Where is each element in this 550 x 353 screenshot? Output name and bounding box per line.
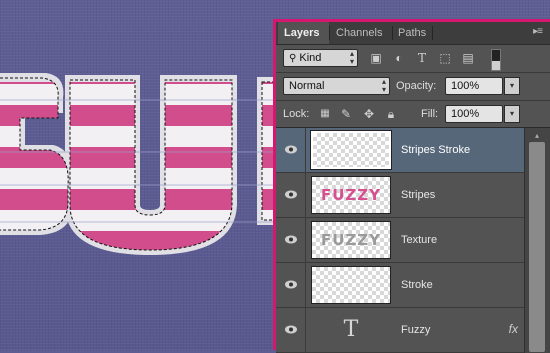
lock-image-icon[interactable]: ✎ bbox=[339, 107, 353, 121]
filter-row: ⚲ Kind ▴ ▾ ▣ ◐ T ⬚ ▤ bbox=[276, 45, 550, 71]
smart-object-filter-icon[interactable]: ▤ bbox=[461, 51, 475, 65]
visibility-toggle[interactable] bbox=[276, 218, 306, 262]
layer-row-fuzzy[interactable]: T Fuzzy fx bbox=[276, 308, 524, 353]
opacity-value: 100% bbox=[451, 80, 480, 92]
tab-divider bbox=[432, 26, 433, 40]
layers-panel: Layers Channels Paths ▸≡ ⚲ Kind ▴ ▾ ▣ ◐ T… bbox=[273, 19, 550, 353]
layer-list: Stripes Stroke FUZZY Stripes FUZZY Textu… bbox=[276, 128, 524, 353]
panel-tab-bar: Layers Channels Paths ▸≡ bbox=[276, 22, 550, 45]
fill-label: Fill: bbox=[421, 108, 439, 120]
type-filter-icon[interactable]: T bbox=[415, 51, 429, 65]
layer-row-stripes-stroke[interactable]: Stripes Stroke bbox=[276, 128, 524, 173]
lock-label: Lock: bbox=[283, 108, 310, 120]
filter-kind-dropdown[interactable]: ⚲ Kind ▴ ▾ bbox=[283, 49, 358, 67]
tab-layers[interactable]: Layers bbox=[278, 22, 329, 44]
fill-input[interactable]: 100% ▾ bbox=[445, 105, 520, 123]
tab-channels[interactable]: Channels bbox=[330, 22, 394, 44]
lock-all-icon[interactable]: 🔒︎ bbox=[384, 107, 398, 121]
tab-paths[interactable]: Paths bbox=[392, 22, 432, 44]
layer-thumbnail: FUZZY bbox=[311, 176, 391, 214]
thumbnail-text: FUZZY bbox=[320, 231, 382, 249]
layer-thumbnail bbox=[310, 130, 392, 170]
layer-thumbnail: FUZZY bbox=[311, 221, 391, 259]
visibility-toggle[interactable] bbox=[276, 128, 306, 172]
eye-icon bbox=[285, 280, 297, 289]
fill-value: 100% bbox=[451, 108, 480, 120]
scroll-up-arrow-icon[interactable]: ▴ bbox=[531, 131, 543, 141]
dropdown-arrows-icon: ▴ ▾ bbox=[381, 77, 386, 94]
visibility-toggle[interactable] bbox=[276, 308, 306, 352]
layer-list-scrollbar[interactable]: ▴ bbox=[524, 128, 550, 353]
opacity-input[interactable]: 100% ▾ bbox=[445, 77, 520, 95]
layer-thumbnail bbox=[311, 266, 391, 304]
panel-menu-icon[interactable]: ▸≡ bbox=[533, 26, 543, 37]
layer-name[interactable]: Stripes Stroke bbox=[401, 128, 470, 172]
visibility-toggle[interactable] bbox=[276, 173, 306, 217]
lock-transparency-icon[interactable]: ▦ bbox=[318, 107, 332, 121]
search-icon: ⚲ bbox=[289, 53, 297, 64]
eye-icon bbox=[285, 145, 297, 154]
lock-row: Lock: ▦ ✎ ✥ 🔒︎ Fill: 100% ▾ bbox=[276, 101, 550, 127]
blend-row: Normal ▴ ▾ Opacity: 100% ▾ bbox=[276, 73, 550, 99]
shape-filter-icon[interactable]: ⬚ bbox=[438, 51, 452, 65]
scrollbar-thumb[interactable] bbox=[529, 142, 545, 352]
layer-name[interactable]: Stroke bbox=[401, 263, 433, 307]
opacity-slider-arrow-icon[interactable]: ▾ bbox=[504, 77, 520, 95]
opacity-label: Opacity: bbox=[396, 80, 437, 92]
type-layer-icon: T bbox=[343, 317, 359, 342]
fill-slider-arrow-icon[interactable]: ▾ bbox=[504, 105, 520, 123]
layer-effects-icon[interactable]: fx bbox=[509, 322, 518, 336]
adjustment-filter-icon[interactable]: ◐ bbox=[392, 51, 406, 65]
eye-icon bbox=[285, 190, 297, 199]
dropdown-arrows-icon: ▴ ▾ bbox=[349, 49, 354, 66]
thumbnail-text: FUZZY bbox=[320, 186, 382, 204]
layer-row-stripes[interactable]: FUZZY Stripes bbox=[276, 173, 524, 218]
eye-icon bbox=[285, 325, 297, 334]
layer-row-texture[interactable]: FUZZY Texture bbox=[276, 218, 524, 263]
filter-toggle-icon[interactable] bbox=[491, 49, 501, 71]
layer-name[interactable]: Fuzzy bbox=[401, 308, 430, 352]
blend-mode-dropdown[interactable]: Normal ▴ ▾ bbox=[283, 77, 390, 95]
layer-row-stroke[interactable]: Stroke bbox=[276, 263, 524, 308]
visibility-toggle[interactable] bbox=[276, 263, 306, 307]
blend-mode-value: Normal bbox=[289, 80, 325, 92]
filter-kind-label: Kind bbox=[299, 52, 322, 64]
lock-position-icon[interactable]: ✥ bbox=[362, 107, 376, 121]
layer-name[interactable]: Stripes bbox=[401, 173, 435, 217]
eye-icon bbox=[285, 235, 297, 244]
image-filter-icon[interactable]: ▣ bbox=[369, 51, 383, 65]
layer-name[interactable]: Texture bbox=[401, 218, 437, 262]
